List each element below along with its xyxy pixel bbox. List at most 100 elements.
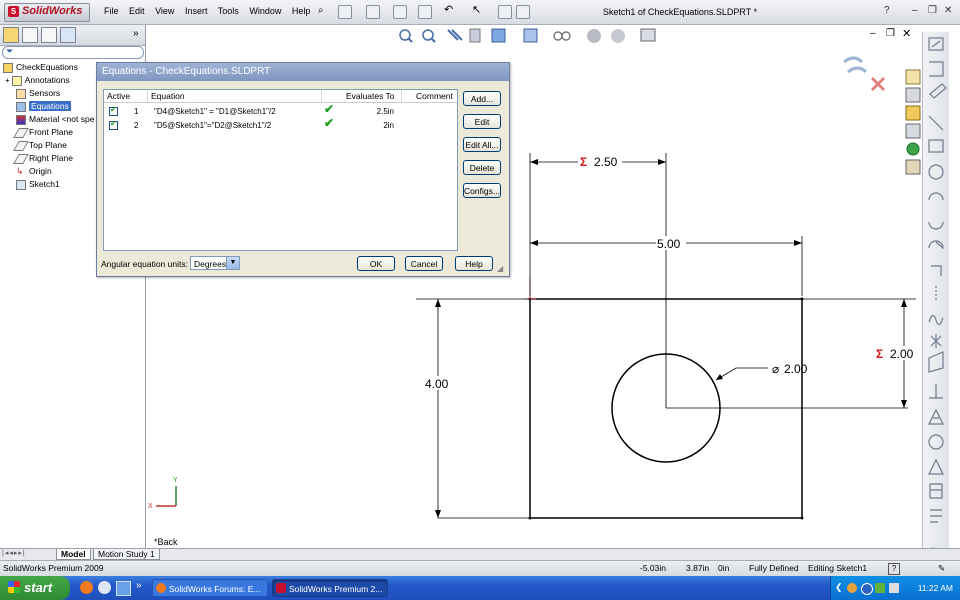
view-settings-icon[interactable] xyxy=(640,28,656,42)
line-tool-icon[interactable] xyxy=(928,115,944,131)
col-equation-header[interactable]: Equation xyxy=(148,90,322,103)
tab-scroll-arrows-icon[interactable]: |◂◂▸▸| xyxy=(2,549,26,557)
plane-tool-icon[interactable] xyxy=(928,351,944,373)
tree-item-material[interactable]: Material <not spe xyxy=(16,113,94,125)
tree-item-origin[interactable]: ↳ Origin xyxy=(16,165,52,177)
tray-app-icon[interactable] xyxy=(847,583,857,593)
dropdown-arrow-icon[interactable]: ▼ xyxy=(226,257,239,269)
rebuild-icon[interactable] xyxy=(498,5,512,19)
equation-text[interactable]: "D5@Sketch1"="D2@Sketch1"/2 xyxy=(154,119,271,132)
display-relations-icon[interactable] xyxy=(930,509,942,523)
minimize-app-icon[interactable]: – xyxy=(912,5,918,16)
feature-filter-input[interactable]: ⏷ xyxy=(2,46,144,59)
close-doc-icon[interactable]: ✕ xyxy=(902,27,911,40)
circle-tool-icon[interactable] xyxy=(928,164,944,180)
apply-scene-icon[interactable] xyxy=(611,29,625,43)
offset-entities-icon[interactable] xyxy=(928,408,944,425)
restore-app-icon[interactable]: ❐ xyxy=(928,5,937,16)
quicklaunch-desktop-icon[interactable] xyxy=(116,581,131,596)
close-app-icon[interactable]: ✕ xyxy=(944,5,952,16)
cancel-button[interactable]: Cancel xyxy=(405,256,443,271)
active-checkbox-1[interactable] xyxy=(109,105,118,116)
edit-all-button[interactable]: Edit All... xyxy=(463,137,501,152)
menu-edit[interactable]: Edit xyxy=(129,6,145,16)
point-tool-icon[interactable] xyxy=(930,334,942,348)
tab-motion-study-1[interactable]: Motion Study 1 xyxy=(93,549,160,560)
minimize-doc-icon[interactable]: – xyxy=(870,28,876,39)
feature-tree-tab-icon[interactable] xyxy=(3,27,19,43)
edit-button[interactable]: Edit xyxy=(463,114,501,129)
display-style-icon[interactable] xyxy=(523,28,538,43)
tray-bluetooth-icon[interactable] xyxy=(861,583,873,595)
solidworks-logo[interactable]: S SolidWorks xyxy=(4,3,90,22)
quicklaunch-firefox-icon[interactable] xyxy=(80,581,93,594)
tray-expand-icon[interactable]: ❮ xyxy=(835,582,843,593)
tree-root[interactable]: CheckEquations xyxy=(3,61,78,73)
ok-button[interactable]: OK xyxy=(357,256,395,271)
dimension-height[interactable]: 4.00 xyxy=(424,299,530,519)
spline-tool-icon[interactable] xyxy=(928,314,944,326)
convert-entities-icon[interactable] xyxy=(928,434,944,450)
dimxpert-tab-icon[interactable] xyxy=(60,27,76,43)
section-view-icon[interactable] xyxy=(469,28,481,43)
tree-item-front-plane[interactable]: Front Plane xyxy=(13,126,73,138)
trim-entities-icon[interactable] xyxy=(928,458,944,475)
dimension-diameter[interactable]: ⌀ 2.00 xyxy=(715,362,808,381)
help-button[interactable]: Help xyxy=(455,256,493,271)
tree-item-sensors[interactable]: Sensors xyxy=(16,87,60,99)
mirror-entities-icon[interactable] xyxy=(929,384,943,399)
menu-file[interactable]: File xyxy=(104,6,119,16)
open-document-icon[interactable] xyxy=(366,5,380,19)
options-icon[interactable] xyxy=(516,5,530,19)
sketch-fillet-icon[interactable] xyxy=(931,265,942,276)
tree-item-equations[interactable]: Equations xyxy=(16,100,71,112)
angular-units-select[interactable]: Degrees ▼ xyxy=(190,256,240,270)
print-icon[interactable] xyxy=(418,5,432,19)
add-button[interactable]: Add... xyxy=(463,91,501,106)
expand-plus-icon[interactable]: + xyxy=(5,76,10,85)
configuration-manager-tab-icon[interactable] xyxy=(41,27,57,43)
menu-window[interactable]: Window xyxy=(249,6,281,16)
help-icon[interactable]: ? xyxy=(884,5,890,16)
tree-item-top-plane[interactable]: Top Plane xyxy=(13,139,67,151)
edit-appearance-icon[interactable] xyxy=(587,29,601,43)
zoom-to-fit-icon[interactable] xyxy=(399,29,413,43)
tray-network-icon[interactable] xyxy=(875,583,885,593)
3d-sketch-icon[interactable] xyxy=(929,61,944,77)
configs-button[interactable]: Configs... xyxy=(463,183,501,198)
status-help-icon[interactable]: ? xyxy=(888,563,900,575)
tangent-arc-icon[interactable] xyxy=(928,221,944,230)
menu-tools[interactable]: Tools xyxy=(218,6,239,16)
start-button[interactable]: start xyxy=(0,576,70,600)
status-tack-icon[interactable]: ✎ xyxy=(938,561,945,576)
tree-item-right-plane[interactable]: Right Plane xyxy=(13,152,73,164)
dimension-top-half[interactable]: Σ 2.50 xyxy=(529,153,666,296)
previous-view-icon[interactable] xyxy=(447,29,463,41)
quicklaunch-ie-icon[interactable] xyxy=(98,581,111,594)
col-comment-header[interactable]: Comment xyxy=(402,90,457,103)
resize-grip-icon[interactable]: ◢ xyxy=(497,264,503,273)
smart-dimension-icon[interactable] xyxy=(929,83,947,99)
linear-pattern-icon[interactable] xyxy=(929,483,943,499)
rectangle-tool-icon[interactable] xyxy=(928,139,944,153)
delete-button[interactable]: Delete xyxy=(463,160,501,175)
pin-icon[interactable]: ⌕ xyxy=(318,5,330,17)
dimension-right-half[interactable]: Σ 2.00 xyxy=(874,299,918,408)
hide-show-items-icon[interactable] xyxy=(553,31,571,41)
menu-view[interactable]: View xyxy=(155,6,174,16)
menu-help[interactable]: Help xyxy=(292,6,311,16)
col-evaluates-header[interactable]: Evaluates To xyxy=(322,90,402,103)
tray-volume-icon[interactable] xyxy=(889,583,899,593)
expand-panel-chevron-icon[interactable]: » xyxy=(133,28,139,39)
property-manager-tab-icon[interactable] xyxy=(22,27,38,43)
zoom-to-area-icon[interactable] xyxy=(422,29,436,43)
col-active-header[interactable]: Active xyxy=(104,90,148,103)
three-point-arc-icon[interactable] xyxy=(928,240,944,250)
undo-icon[interactable]: ↶ xyxy=(444,5,456,17)
arc-tool-icon[interactable] xyxy=(928,192,944,201)
active-checkbox-2[interactable] xyxy=(109,119,118,130)
view-orientation-icon[interactable] xyxy=(491,28,506,43)
sketch-tool-icon[interactable] xyxy=(928,37,944,51)
select-icon[interactable]: ↖ xyxy=(472,5,484,17)
tree-item-annotations[interactable]: + Annotations xyxy=(5,74,70,86)
